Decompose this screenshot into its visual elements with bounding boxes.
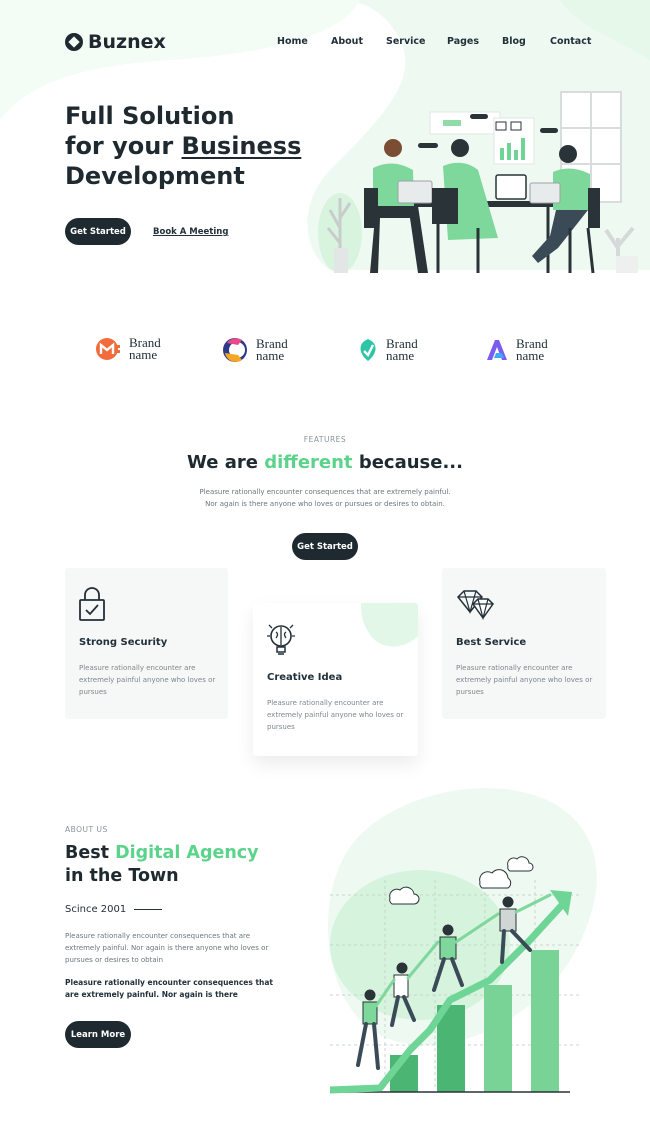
brain-bulb-icon xyxy=(267,624,295,655)
nav-about[interactable]: About xyxy=(331,36,363,47)
features-eyebrow: FEATURES xyxy=(303,435,347,444)
feature-card-security[interactable]: Strong Security Pleasure rationally enco… xyxy=(65,568,228,719)
hero-team-meeting-illustration xyxy=(318,91,638,274)
about-title: Best Digital Agency in the Town xyxy=(65,843,259,886)
card-title: Creative Idea xyxy=(267,672,343,683)
partner-brand-1[interactable]: Brand name xyxy=(95,336,161,361)
hero-get-started-button[interactable]: Get Started xyxy=(65,218,131,245)
card-title: Best Service xyxy=(456,637,527,648)
features-get-started-button[interactable]: Get Started xyxy=(292,533,358,560)
growth-team-illustration xyxy=(330,856,580,1094)
partner-brand-4[interactable]: Brand name xyxy=(484,337,548,363)
card-text: Pleasure rationally encounter are extrem… xyxy=(456,664,593,696)
card-text: Pleasure rationally encounter are extrem… xyxy=(267,699,404,731)
learn-more-button[interactable]: Learn More xyxy=(65,1021,131,1048)
card-decoration-blob xyxy=(361,603,418,647)
divider xyxy=(134,909,163,910)
nav-blog[interactable]: Blog xyxy=(502,36,526,47)
nav-pages[interactable]: Pages xyxy=(447,36,479,47)
about-paragraph: Pleasure rationally encounter consequenc… xyxy=(65,932,269,964)
nav-home[interactable]: Home xyxy=(277,36,308,47)
nav-service[interactable]: Service xyxy=(386,36,426,47)
logo[interactable]: Buznex xyxy=(65,31,166,53)
diamond-icon xyxy=(456,590,494,620)
features-title: We are different because... xyxy=(187,452,463,473)
logo-icon xyxy=(65,33,83,51)
partner-brand-2[interactable]: Brand name xyxy=(222,337,288,363)
about-eyebrow: ABOUT US xyxy=(65,825,108,834)
logo-text: Buznex xyxy=(88,31,166,53)
card-title: Strong Security xyxy=(79,637,168,648)
feature-card-creative-idea[interactable]: Creative Idea Pleasure rationally encoun… xyxy=(253,603,418,756)
partner-brand-3[interactable]: Brand name xyxy=(356,337,418,363)
since-label: Scince 2001 xyxy=(65,904,163,915)
hero-title: Full Solution for your Business Developm… xyxy=(65,102,302,190)
features-description: Pleasure rationally encounter consequenc… xyxy=(199,488,451,508)
a-logo-icon xyxy=(487,340,507,360)
c-logo-icon xyxy=(223,338,247,362)
about-paragraph-bold: Pleasure rationally encounter consequenc… xyxy=(65,978,274,999)
m-logo-icon xyxy=(96,338,120,360)
book-meeting-link[interactable]: Book A Meeting xyxy=(153,227,228,237)
leaf-logo-icon xyxy=(360,339,376,361)
nav-contact[interactable]: Contact xyxy=(550,36,591,47)
feature-card-best-service[interactable]: Best Service Pleasure rationally encount… xyxy=(442,568,606,719)
card-text: Pleasure rationally encounter are extrem… xyxy=(79,664,216,696)
page: Buznex Home About Service Pages Blog Con… xyxy=(0,0,650,1121)
lock-icon xyxy=(79,587,105,621)
